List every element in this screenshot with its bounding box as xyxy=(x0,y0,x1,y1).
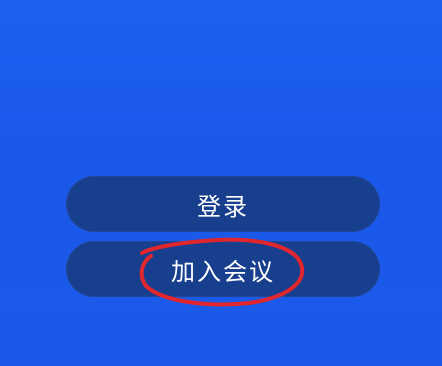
app-screen: 登录 加入会议 xyxy=(0,0,442,366)
join-meeting-button[interactable]: 加入会议 xyxy=(66,241,380,297)
login-button[interactable]: 登录 xyxy=(66,176,380,232)
